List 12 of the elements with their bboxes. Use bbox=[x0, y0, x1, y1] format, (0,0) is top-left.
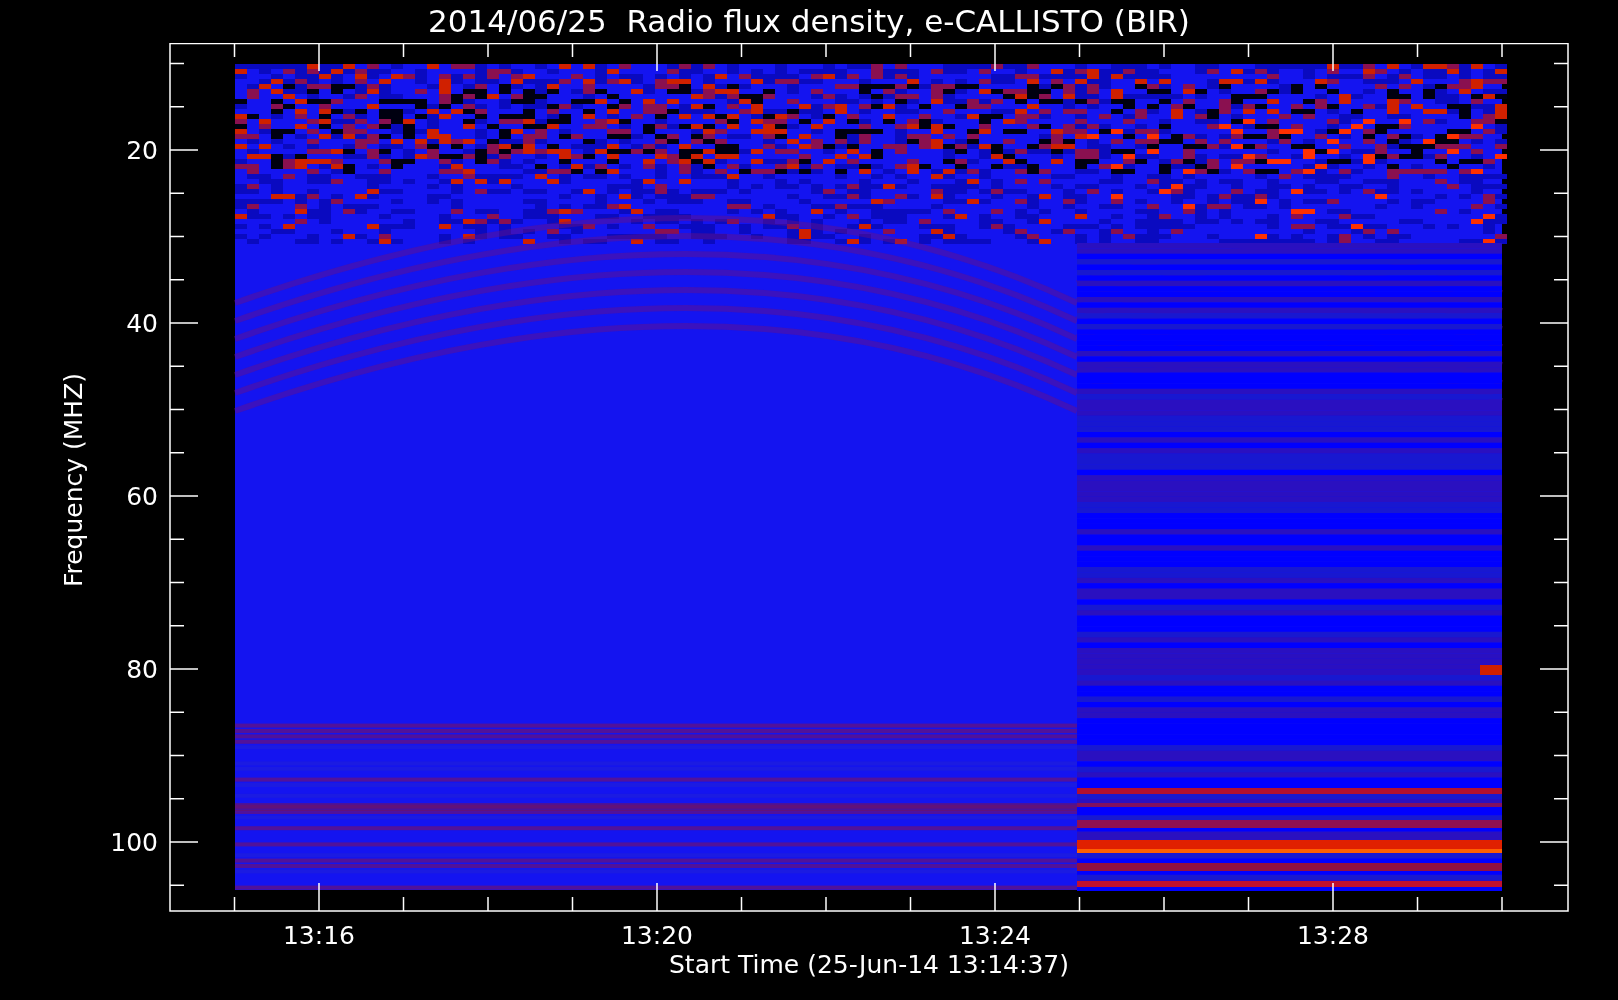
x-tick-label: 13:16 bbox=[283, 921, 355, 950]
y-axis-label: Frequency (MHZ) bbox=[59, 372, 88, 588]
y-tick-label: 60 bbox=[126, 482, 158, 511]
x-tick-label: 13:20 bbox=[621, 921, 693, 950]
chart-title: 2014/06/25 Radio flux density, e-CALLISTO (BIR) bbox=[428, 2, 1190, 41]
x-tick-label: 13:24 bbox=[959, 921, 1031, 950]
x-axis-label: Start Time (25-Jun-14 13:14:37) bbox=[669, 950, 1069, 979]
y-tick-label: 80 bbox=[126, 655, 158, 684]
y-tick-label: 100 bbox=[110, 828, 158, 857]
y-tick-label: 20 bbox=[126, 136, 158, 165]
x-tick-label: 13:28 bbox=[1297, 921, 1369, 950]
y-tick-label: 40 bbox=[126, 309, 158, 338]
